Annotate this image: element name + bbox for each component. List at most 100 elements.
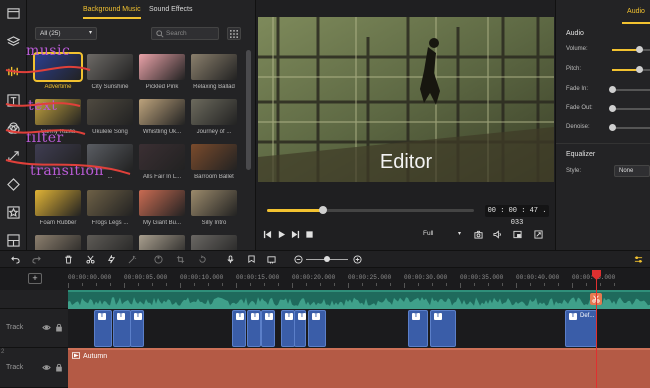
rotate-button[interactable]	[197, 254, 208, 265]
preview-quality-select[interactable]: Full ▾	[419, 228, 463, 240]
text-clip-icon: T	[98, 313, 106, 320]
record-button[interactable]	[225, 254, 236, 265]
text-clip[interactable]: T	[94, 310, 112, 347]
text-icon[interactable]	[4, 91, 22, 109]
text-clip[interactable]: T	[308, 310, 326, 347]
music-item[interactable]: Relaxing Ballad	[191, 54, 237, 90]
fullscreen-button[interactable]	[533, 229, 544, 240]
text-clip[interactable]: T	[261, 310, 275, 347]
lock-icon[interactable]	[55, 323, 63, 332]
music-item[interactable]: City Sunshine	[87, 54, 133, 90]
music-thumbnail	[191, 54, 237, 80]
pip-button[interactable]	[512, 229, 523, 240]
zoom-in-button[interactable]	[352, 254, 363, 265]
pitch-slider-handle[interactable]	[636, 66, 644, 73]
equalizer-style-select[interactable]: None	[614, 165, 650, 177]
fade-out-slider-handle[interactable]	[609, 105, 616, 112]
text-clip[interactable]: T	[247, 310, 261, 347]
text-clip[interactable]: T	[113, 310, 131, 347]
music-item[interactable]: Pickled Pink	[139, 54, 185, 90]
grid-view-toggle[interactable]	[227, 27, 241, 40]
snapshot-button[interactable]	[473, 229, 484, 240]
category-filter-select[interactable]: All (25) ▾	[35, 27, 97, 40]
redo-button[interactable]	[31, 254, 42, 265]
eye-icon[interactable]	[42, 363, 51, 372]
text-clip[interactable]: T	[281, 310, 295, 347]
play-button[interactable]	[276, 229, 287, 240]
text-clip[interactable]: T	[130, 310, 144, 347]
tab-background-music[interactable]: Background Music	[83, 6, 141, 19]
text-clip[interactable]: T	[430, 310, 456, 347]
media-icon[interactable]	[4, 4, 22, 22]
undo-button[interactable]	[10, 254, 21, 265]
layers-icon[interactable]	[4, 33, 22, 51]
music-icon[interactable]	[4, 62, 22, 80]
text-clip[interactable]: T Def...	[565, 310, 597, 347]
crop-button[interactable]	[175, 254, 186, 265]
prev-frame-button[interactable]	[262, 229, 273, 240]
stop-button[interactable]	[304, 229, 315, 240]
ruler-tick	[110, 283, 111, 286]
fade-in-slider-handle[interactable]	[609, 86, 616, 93]
time-ruler[interactable]: 00:00:00.000 00:00:05.000 00:00:10.000 00:0…	[68, 268, 650, 288]
seek-handle[interactable]	[318, 206, 327, 214]
color-button[interactable]	[153, 254, 164, 265]
video-clip-icon	[72, 352, 80, 359]
library-scrollbar[interactable]	[246, 50, 251, 170]
template-icon[interactable]	[4, 231, 22, 249]
effect-button[interactable]	[127, 254, 138, 265]
marker-button[interactable]	[246, 254, 257, 265]
music-item[interactable]: Whistling Uk...	[139, 99, 185, 135]
fade-out-slider[interactable]	[609, 105, 650, 112]
pitch-slider[interactable]	[612, 66, 650, 73]
music-item[interactable]: Silly Intro	[191, 190, 237, 226]
next-frame-button[interactable]	[290, 229, 301, 240]
music-item[interactable]: Alls Fair In L...	[139, 144, 185, 180]
sticker-icon[interactable]	[4, 203, 22, 221]
annotation-filter: filter	[26, 130, 64, 146]
denoise-slider[interactable]	[609, 124, 650, 131]
audio-clip[interactable]	[68, 290, 650, 309]
music-thumbnail	[87, 99, 133, 125]
filter-icon[interactable]	[4, 119, 22, 137]
music-item[interactable]: Barroom Ballet	[191, 144, 237, 180]
music-item[interactable]: Foam Rubber	[35, 190, 81, 226]
music-item[interactable]: Journey of ...	[191, 99, 237, 135]
zoom-out-button[interactable]	[293, 254, 304, 265]
split-button[interactable]	[85, 254, 96, 265]
seek-bar[interactable]	[267, 206, 474, 214]
element-icon[interactable]	[4, 175, 22, 193]
music-item[interactable]: My Giant Bu...	[139, 190, 185, 226]
text-clip-icon: T	[117, 313, 125, 320]
fade-in-slider[interactable]	[609, 86, 650, 93]
text-clip[interactable]: T	[408, 310, 428, 347]
text-clip[interactable]: T	[232, 310, 246, 347]
music-item[interactable]: Advertime	[33, 52, 83, 90]
zoom-slider-handle[interactable]	[324, 256, 330, 262]
denoise-slider-handle[interactable]	[609, 124, 616, 131]
music-item[interactable]: Ukulele Song	[87, 99, 133, 135]
add-track-button[interactable]: +	[28, 273, 42, 284]
snapshot-tool-button[interactable]	[266, 254, 277, 265]
search-input[interactable]: Search	[151, 27, 219, 40]
volume-slider-handle[interactable]	[636, 46, 644, 53]
volume-slider[interactable]	[612, 46, 650, 53]
video-clip[interactable]: Autumn	[68, 348, 650, 388]
timeline-settings-button[interactable]	[633, 254, 644, 265]
text-clip[interactable]: T	[294, 310, 306, 347]
eye-icon[interactable]	[42, 323, 51, 332]
lock-icon[interactable]	[55, 363, 63, 372]
text-clip-icon: T	[265, 313, 273, 320]
tab-sound-effects[interactable]: Sound Effects	[149, 6, 192, 13]
volume-button[interactable]	[492, 229, 503, 240]
delete-button[interactable]	[63, 254, 74, 265]
ruler-tick	[68, 283, 69, 288]
tab-audio[interactable]: Audio	[622, 0, 650, 24]
speed-button[interactable]	[106, 254, 117, 265]
music-item-label: Frogs Legs ...	[91, 220, 129, 226]
music-item-label: Journey of ...	[196, 129, 232, 135]
playhead[interactable]	[596, 270, 597, 388]
music-item[interactable]: Frogs Legs ...	[87, 190, 133, 226]
transition-icon[interactable]	[4, 147, 22, 165]
video-preview: Editor	[258, 17, 554, 182]
